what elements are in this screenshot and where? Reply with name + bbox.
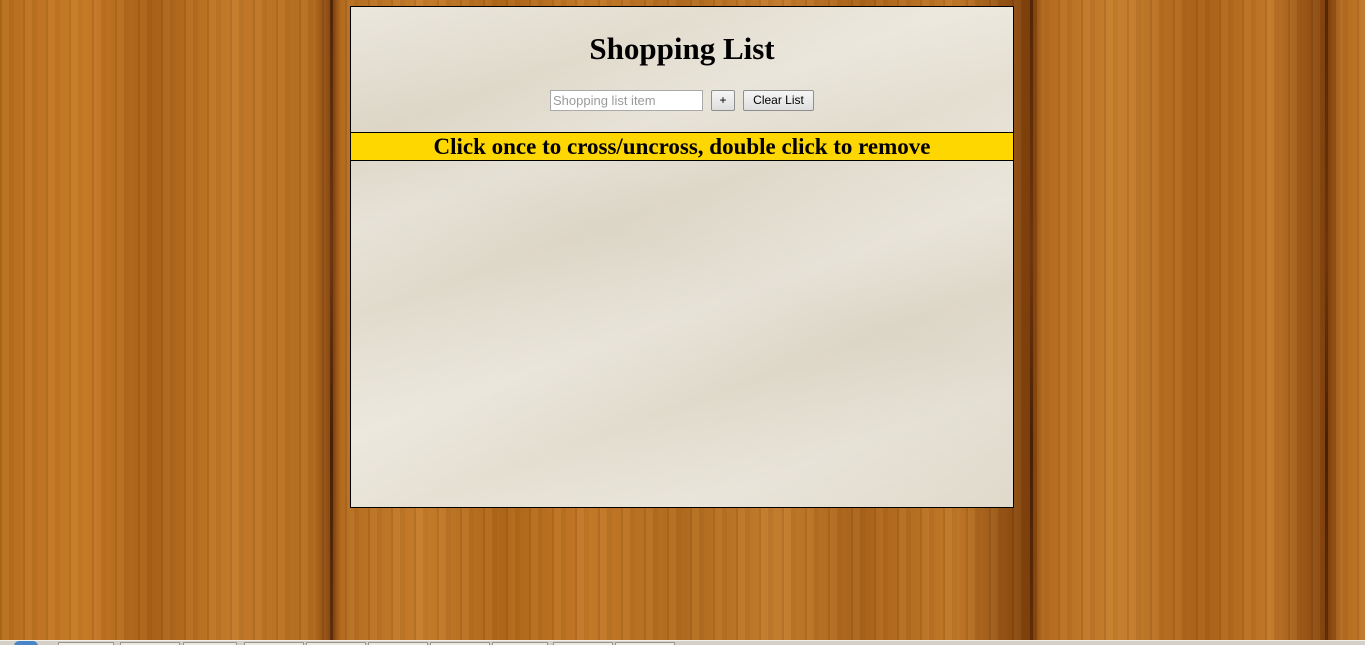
instructions-banner: Click once to cross/uncross, double clic… xyxy=(351,132,1013,161)
add-item-form: + Clear List xyxy=(351,90,1013,111)
page-background: { "page": { "title": "Shopping List" }, … xyxy=(0,0,1365,645)
add-item-button[interactable]: + xyxy=(711,90,735,111)
taskbar xyxy=(0,640,1365,645)
wood-seam xyxy=(330,0,333,640)
start-button[interactable] xyxy=(14,641,38,645)
shopping-list-panel: Shopping List + Clear List Click once to… xyxy=(350,6,1014,508)
clear-list-button[interactable]: Clear List xyxy=(743,90,814,111)
page-title: Shopping List xyxy=(589,31,775,66)
wood-seam xyxy=(1030,0,1033,640)
shopping-item-input[interactable] xyxy=(550,90,703,111)
shopping-list xyxy=(351,167,1013,497)
wood-seam xyxy=(1325,0,1328,640)
